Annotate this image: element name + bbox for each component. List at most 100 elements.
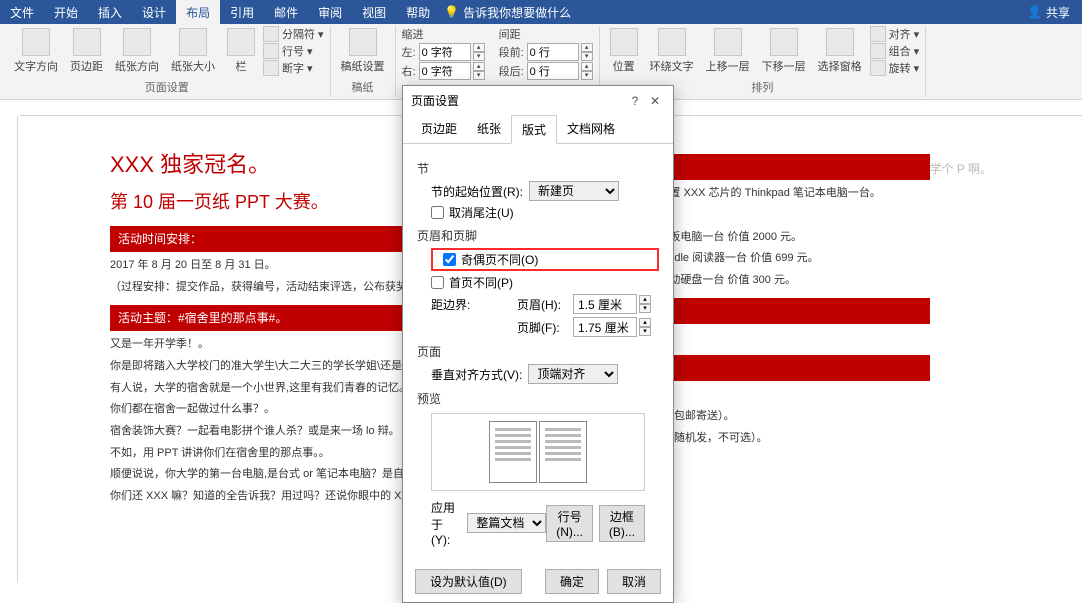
footer-label: 页脚(F): — [517, 319, 567, 336]
spin-up[interactable]: ▴ — [473, 43, 485, 52]
dialog-body: 节 节的起始位置(R): 新建页 取消尾注(U) 页眉和页脚 奇偶页不同(O) … — [403, 144, 673, 561]
send-backward-label: 下移一层 — [762, 58, 806, 74]
watermark-text: 学个 P 啊。 — [930, 160, 992, 177]
spin-down[interactable]: ▾ — [581, 71, 593, 80]
indent-right-label: 右: — [402, 63, 416, 79]
menu-layout[interactable]: 布局 — [176, 0, 220, 25]
text-direction-button[interactable]: 文字方向 — [10, 26, 62, 76]
apply-to-select[interactable]: 整篇文档 — [467, 513, 546, 533]
header-input[interactable] — [573, 294, 637, 314]
line-numbers-dialog-button[interactable]: 行号(N)... — [546, 505, 593, 542]
indent-header: 缩进 — [402, 26, 485, 42]
group-label: 组合 — [889, 43, 911, 59]
footer-input[interactable] — [573, 317, 637, 337]
share-button[interactable]: 👤 共享 — [1015, 0, 1082, 25]
manuscript-label: 稿纸设置 — [341, 58, 385, 74]
margins-icon — [73, 28, 101, 56]
size-icon — [179, 28, 207, 56]
red-bar — [630, 298, 930, 324]
bring-forward-label: 上移一层 — [706, 58, 750, 74]
from-edge-label: 距边界: — [431, 296, 511, 313]
menu-help[interactable]: 帮助 — [396, 0, 440, 25]
spin-up[interactable]: ▴ — [639, 295, 651, 304]
valign-select[interactable]: 顶端对齐 — [528, 364, 618, 384]
suppress-endnotes-checkbox[interactable] — [431, 206, 444, 219]
menu-design[interactable]: 设计 — [132, 0, 176, 25]
rotate-button[interactable]: 旋转 ▾ — [870, 60, 920, 76]
bring-forward-button[interactable]: 上移一层 — [702, 26, 754, 76]
spin-up[interactable]: ▴ — [581, 62, 593, 71]
menu-mailings[interactable]: 邮件 — [264, 0, 308, 25]
align-icon — [870, 26, 886, 42]
text-direction-icon — [22, 28, 50, 56]
tab-grid[interactable]: 文档网格 — [557, 115, 625, 143]
columns-button[interactable]: 栏 — [223, 26, 259, 76]
menu-review[interactable]: 审阅 — [308, 0, 352, 25]
menu-insert[interactable]: 插入 — [88, 0, 132, 25]
menubar: 文件 开始 插入 设计 布局 引用 邮件 审阅 视图 帮助 💡 告诉我你想要做什… — [0, 0, 1082, 24]
rotate-label: 旋转 — [889, 60, 911, 76]
hyphenation-button[interactable]: 断字 ▾ — [263, 60, 324, 76]
hyphenation-label: 断字 — [282, 60, 304, 76]
preview-page-icon — [539, 421, 587, 483]
selection-pane-button[interactable]: 选择窗格 — [814, 26, 866, 76]
menu-home[interactable]: 开始 — [44, 0, 88, 25]
send-backward-button[interactable]: 下移一层 — [758, 26, 810, 76]
wrap-text-button[interactable]: 环绕文字 — [646, 26, 698, 76]
align-label: 对齐 — [889, 26, 911, 42]
indent-left-input[interactable] — [419, 43, 471, 61]
spacing-after-input[interactable] — [527, 62, 579, 80]
spin-down[interactable]: ▾ — [581, 52, 593, 61]
spin-up[interactable]: ▴ — [639, 318, 651, 327]
tab-layout[interactable]: 版式 — [511, 115, 557, 144]
menu-file[interactable]: 文件 — [0, 0, 44, 25]
breaks-button[interactable]: 分隔符 ▾ — [263, 26, 324, 42]
tab-paper[interactable]: 纸张 — [467, 115, 511, 143]
close-button[interactable]: ✕ — [645, 94, 665, 108]
bulb-icon: 💡 — [444, 5, 459, 19]
section-start-label: 节的起始位置(R): — [431, 183, 523, 200]
align-button[interactable]: 对齐 ▾ — [870, 26, 920, 42]
cancel-button[interactable]: 取消 — [607, 569, 661, 594]
preview-pane — [431, 413, 645, 491]
section-title-section: 节 — [417, 160, 659, 177]
set-default-button[interactable]: 设为默认值(D) — [415, 569, 522, 594]
group-button[interactable]: 组合 ▾ — [870, 43, 920, 59]
spin-down[interactable]: ▾ — [639, 327, 651, 336]
spin-up[interactable]: ▴ — [581, 43, 593, 52]
vertical-ruler[interactable] — [2, 116, 18, 583]
indent-right-input[interactable] — [419, 62, 471, 80]
spin-down[interactable]: ▾ — [473, 52, 485, 61]
page-setup-dialog: 页面设置 ? ✕ 页边距 纸张 版式 文档网格 节 节的起始位置(R): 新建页… — [402, 85, 674, 603]
spin-up[interactable]: ▴ — [473, 62, 485, 71]
manuscript-button[interactable]: 稿纸设置 — [337, 26, 389, 76]
section-start-select[interactable]: 新建页 — [529, 181, 619, 201]
borders-dialog-button[interactable]: 边框(B)... — [599, 505, 645, 542]
doc-text: 书一本（包邮寄送）。 — [630, 407, 930, 426]
ribbon-group-page-setup: 文字方向 页边距 纸张方向 纸张大小 栏 分隔符 ▾ 行号 ▾ 断字 ▾ 页面设… — [4, 26, 331, 97]
tell-me[interactable]: 💡 告诉我你想要做什么 — [444, 4, 571, 21]
first-page-checkbox[interactable] — [431, 276, 444, 289]
help-button[interactable]: ? — [625, 94, 645, 108]
section-title-preview: 预览 — [417, 390, 659, 407]
orientation-button[interactable]: 纸张方向 — [111, 26, 163, 76]
tab-margins[interactable]: 页边距 — [411, 115, 467, 143]
margins-button[interactable]: 页边距 — [66, 26, 107, 76]
position-button[interactable]: 位置 — [606, 26, 642, 76]
menu-view[interactable]: 视图 — [352, 0, 396, 25]
dialog-titlebar[interactable]: 页面设置 ? ✕ — [403, 86, 673, 115]
apply-to-label: 应用于(Y): — [431, 499, 461, 547]
line-numbers-button[interactable]: 行号 ▾ — [263, 43, 324, 59]
menu-references[interactable]: 引用 — [220, 0, 264, 25]
spacing-before-input[interactable] — [527, 43, 579, 61]
spacing-before-label: 段前: — [499, 44, 524, 60]
spacing-after-label: 段后: — [499, 63, 524, 79]
size-label: 纸张大小 — [171, 58, 215, 74]
valign-label: 垂直对齐方式(V): — [431, 366, 522, 383]
size-button[interactable]: 纸张大小 — [167, 26, 219, 76]
share-icon: 👤 — [1027, 5, 1042, 19]
spin-down[interactable]: ▾ — [473, 71, 485, 80]
odd-even-checkbox[interactable] — [443, 253, 456, 266]
spin-down[interactable]: ▾ — [639, 304, 651, 313]
ok-button[interactable]: 确定 — [545, 569, 599, 594]
